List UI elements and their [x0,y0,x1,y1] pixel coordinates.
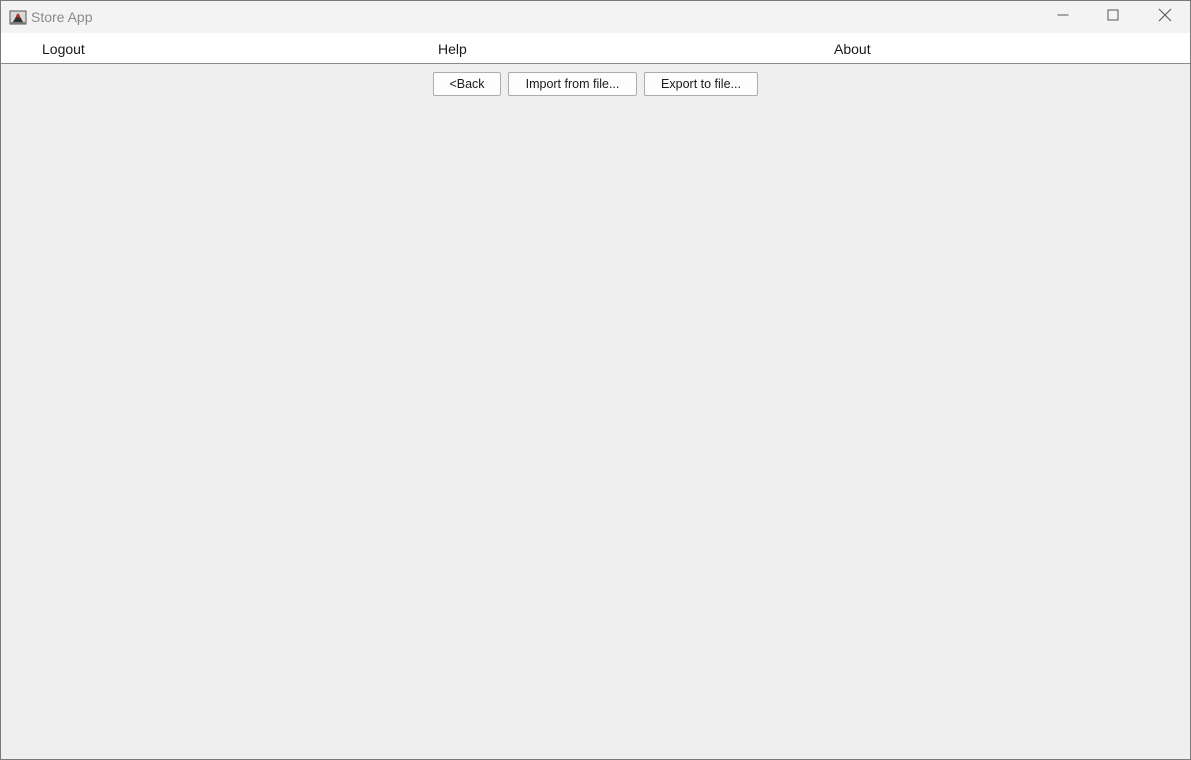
menu-item-help[interactable]: Help [438,41,467,57]
title-bar[interactable]: Store App [1,1,1190,33]
menu-item-about[interactable]: About [834,41,871,57]
close-button[interactable] [1140,1,1190,33]
window-title: Store App [31,9,93,25]
menu-bar: Logout Help About [1,33,1190,64]
back-button[interactable]: <Back [433,72,501,96]
menu-item-logout[interactable]: Logout [42,41,85,57]
minimize-button[interactable] [1038,1,1088,33]
maximize-button[interactable] [1088,1,1138,33]
app-window: Store App Logout Help About <Back Import… [0,0,1191,760]
minimize-icon [1057,8,1069,26]
java-duke-icon [9,8,27,26]
close-icon [1158,8,1172,27]
export-to-file-button[interactable]: Export to file... [644,72,758,96]
maximize-icon [1107,8,1119,26]
import-from-file-button[interactable]: Import from file... [508,72,637,96]
